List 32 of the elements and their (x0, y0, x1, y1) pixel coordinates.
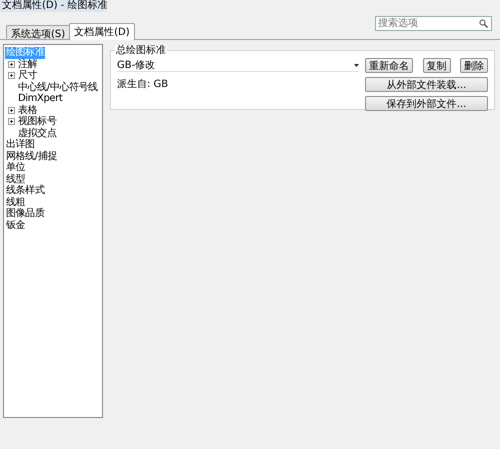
search-field[interactable]: 搜索选项 (375, 16, 492, 31)
expand-icon[interactable] (8, 72, 15, 80)
action-button[interactable]: 重新命名 (365, 58, 413, 73)
action-button[interactable]: 复制 (422, 58, 450, 73)
group-label: 总绘图标准 (115, 45, 167, 56)
expand-icon[interactable] (8, 60, 15, 68)
expand-icon[interactable] (8, 106, 15, 114)
tree-item[interactable]: 虚拟交点 (17, 128, 58, 139)
tree-item[interactable]: 线粗 (5, 196, 26, 208)
tree-item[interactable]: 图像品质 (5, 208, 46, 220)
tree-item[interactable]: 视图标号 (17, 116, 58, 128)
tree-item[interactable]: 网格线/捕捉 (5, 150, 58, 162)
tree-item[interactable]: DimXpert (17, 93, 64, 104)
tree-item[interactable]: 表格 (17, 104, 38, 116)
derived-text: 派生自: GB (117, 78, 170, 91)
action-button[interactable]: 删除 (460, 58, 488, 73)
tab[interactable]: 文档属性(D) (69, 23, 135, 40)
action-button[interactable]: 保存到外部文件... (365, 96, 488, 111)
tab[interactable]: 系统选项(S) (6, 25, 70, 39)
tree-item[interactable]: 线型 (5, 174, 26, 185)
tree-item[interactable]: 线条样式 (5, 185, 46, 196)
tree-item[interactable]: 单位 (5, 162, 26, 174)
standard-dropdown[interactable]: GB-修改 (117, 59, 359, 72)
tree-item[interactable]: 钣金 (5, 220, 26, 231)
tree-item[interactable]: 尺寸 (17, 70, 38, 82)
expand-icon[interactable] (8, 118, 15, 126)
tree-item[interactable]: 出详图 (5, 139, 36, 150)
tree-item[interactable]: 注解 (17, 58, 38, 70)
search-icon (479, 19, 488, 28)
action-button[interactable]: 从外部文件装载... (365, 77, 488, 92)
dropdown-arrow-icon (354, 64, 359, 66)
tree-item[interactable]: 中心线/中心符号线 (17, 82, 99, 93)
